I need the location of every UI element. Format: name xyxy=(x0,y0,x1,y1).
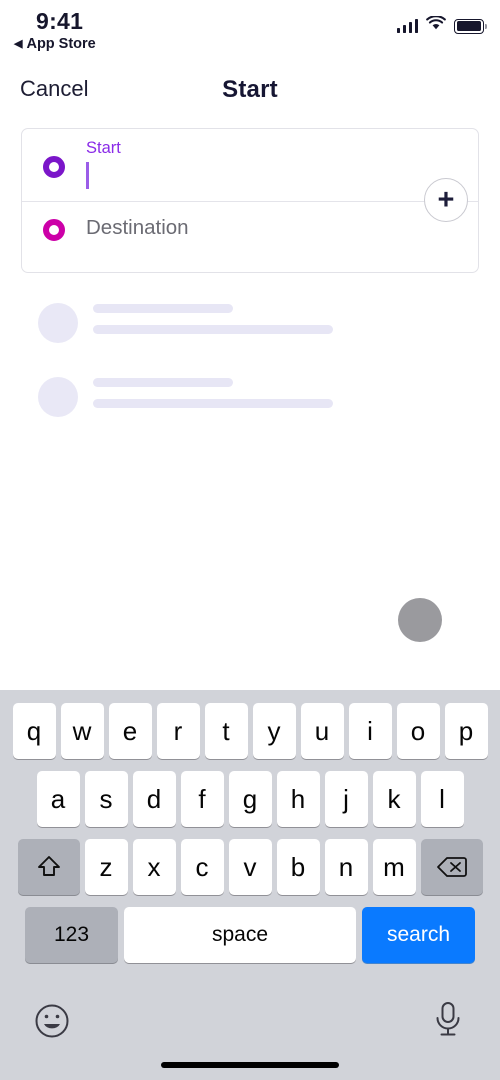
skeleton-line-secondary xyxy=(93,325,333,334)
key-f[interactable]: f xyxy=(180,771,224,827)
add-stop-button[interactable]: + xyxy=(424,178,468,222)
key-j[interactable]: j xyxy=(324,771,368,827)
list-item xyxy=(0,295,500,369)
keyboard-row-2: a s d f g h j k l xyxy=(0,759,500,827)
numbers-key[interactable]: 123 xyxy=(25,907,118,963)
shift-arrow-icon xyxy=(34,852,64,882)
cellular-signal-icon xyxy=(396,19,418,33)
start-input-group[interactable]: Start xyxy=(86,138,121,189)
keyboard-row-1: q w e r t y u i o p xyxy=(0,690,500,759)
status-bar-indicators xyxy=(396,15,488,36)
backspace-key[interactable] xyxy=(420,839,483,895)
key-z[interactable]: z xyxy=(84,839,128,895)
key-x[interactable]: x xyxy=(132,839,176,895)
destination-input-placeholder[interactable]: Destination xyxy=(86,216,189,240)
key-t[interactable]: t xyxy=(204,703,248,759)
start-field-row[interactable]: Start xyxy=(22,129,478,201)
phone-screen: 9:41 ◀ App Store Cancel Start Start Dest… xyxy=(0,0,500,1080)
key-l[interactable]: l xyxy=(420,771,464,827)
battery-full-icon xyxy=(454,18,488,34)
search-key[interactable]: search xyxy=(362,907,475,963)
key-b[interactable]: b xyxy=(276,839,320,895)
avatar-placeholder-icon xyxy=(38,303,78,343)
key-i[interactable]: i xyxy=(348,703,392,759)
wifi-icon xyxy=(426,15,446,36)
key-n[interactable]: n xyxy=(324,839,368,895)
key-r[interactable]: r xyxy=(156,703,200,759)
on-screen-keyboard: q w e r t y u i o p a s d f g h j k l z … xyxy=(0,690,500,1080)
key-q[interactable]: q xyxy=(12,703,56,759)
keyboard-row-4: 123 space search xyxy=(0,895,500,963)
emoji-key[interactable] xyxy=(33,1002,71,1045)
route-input-card: Start Destination xyxy=(21,128,479,273)
key-g[interactable]: g xyxy=(228,771,272,827)
key-v[interactable]: v xyxy=(228,839,272,895)
key-s[interactable]: s xyxy=(84,771,128,827)
backspace-delete-icon xyxy=(435,854,469,880)
status-bar: 9:41 ◀ App Store xyxy=(0,0,500,62)
key-o[interactable]: o xyxy=(396,703,440,759)
text-cursor xyxy=(86,162,89,189)
destination-pin-icon xyxy=(43,219,65,241)
skeleton-line-primary xyxy=(93,304,233,313)
skeleton-line-secondary xyxy=(93,399,333,408)
key-h[interactable]: h xyxy=(276,771,320,827)
destination-field-row[interactable]: Destination xyxy=(22,202,478,274)
key-y[interactable]: y xyxy=(252,703,296,759)
start-field-label: Start xyxy=(86,139,121,157)
results-loading-skeleton xyxy=(0,295,500,443)
back-to-app-store-button[interactable]: ◀ App Store xyxy=(14,36,96,52)
key-c[interactable]: c xyxy=(180,839,224,895)
start-pin-icon xyxy=(43,156,65,178)
key-u[interactable]: u xyxy=(300,703,344,759)
back-triangle-icon: ◀ xyxy=(14,37,23,50)
avatar-placeholder-icon xyxy=(38,377,78,417)
shift-key[interactable] xyxy=(17,839,80,895)
list-item xyxy=(0,369,500,443)
navigation-bar: Cancel Start xyxy=(0,62,500,124)
key-p[interactable]: p xyxy=(444,703,488,759)
key-e[interactable]: e xyxy=(108,703,152,759)
key-m[interactable]: m xyxy=(372,839,416,895)
dictation-key[interactable] xyxy=(431,1000,465,1045)
map-locate-button-icon[interactable] xyxy=(398,598,442,642)
status-bar-time: 9:41 xyxy=(36,8,84,34)
key-k[interactable]: k xyxy=(372,771,416,827)
page-title: Start xyxy=(222,76,278,103)
plus-icon: + xyxy=(437,184,455,216)
keyboard-row-3: z x c v b n m xyxy=(0,827,500,895)
back-app-label: App Store xyxy=(26,36,96,52)
key-a[interactable]: a xyxy=(36,771,80,827)
key-d[interactable]: d xyxy=(132,771,176,827)
home-indicator-bar xyxy=(161,1062,339,1068)
skeleton-line-primary xyxy=(93,378,233,387)
space-key[interactable]: space xyxy=(124,907,356,963)
microphone-icon xyxy=(431,1002,465,1044)
emoji-smiley-icon xyxy=(33,1004,71,1044)
key-w[interactable]: w xyxy=(60,703,104,759)
